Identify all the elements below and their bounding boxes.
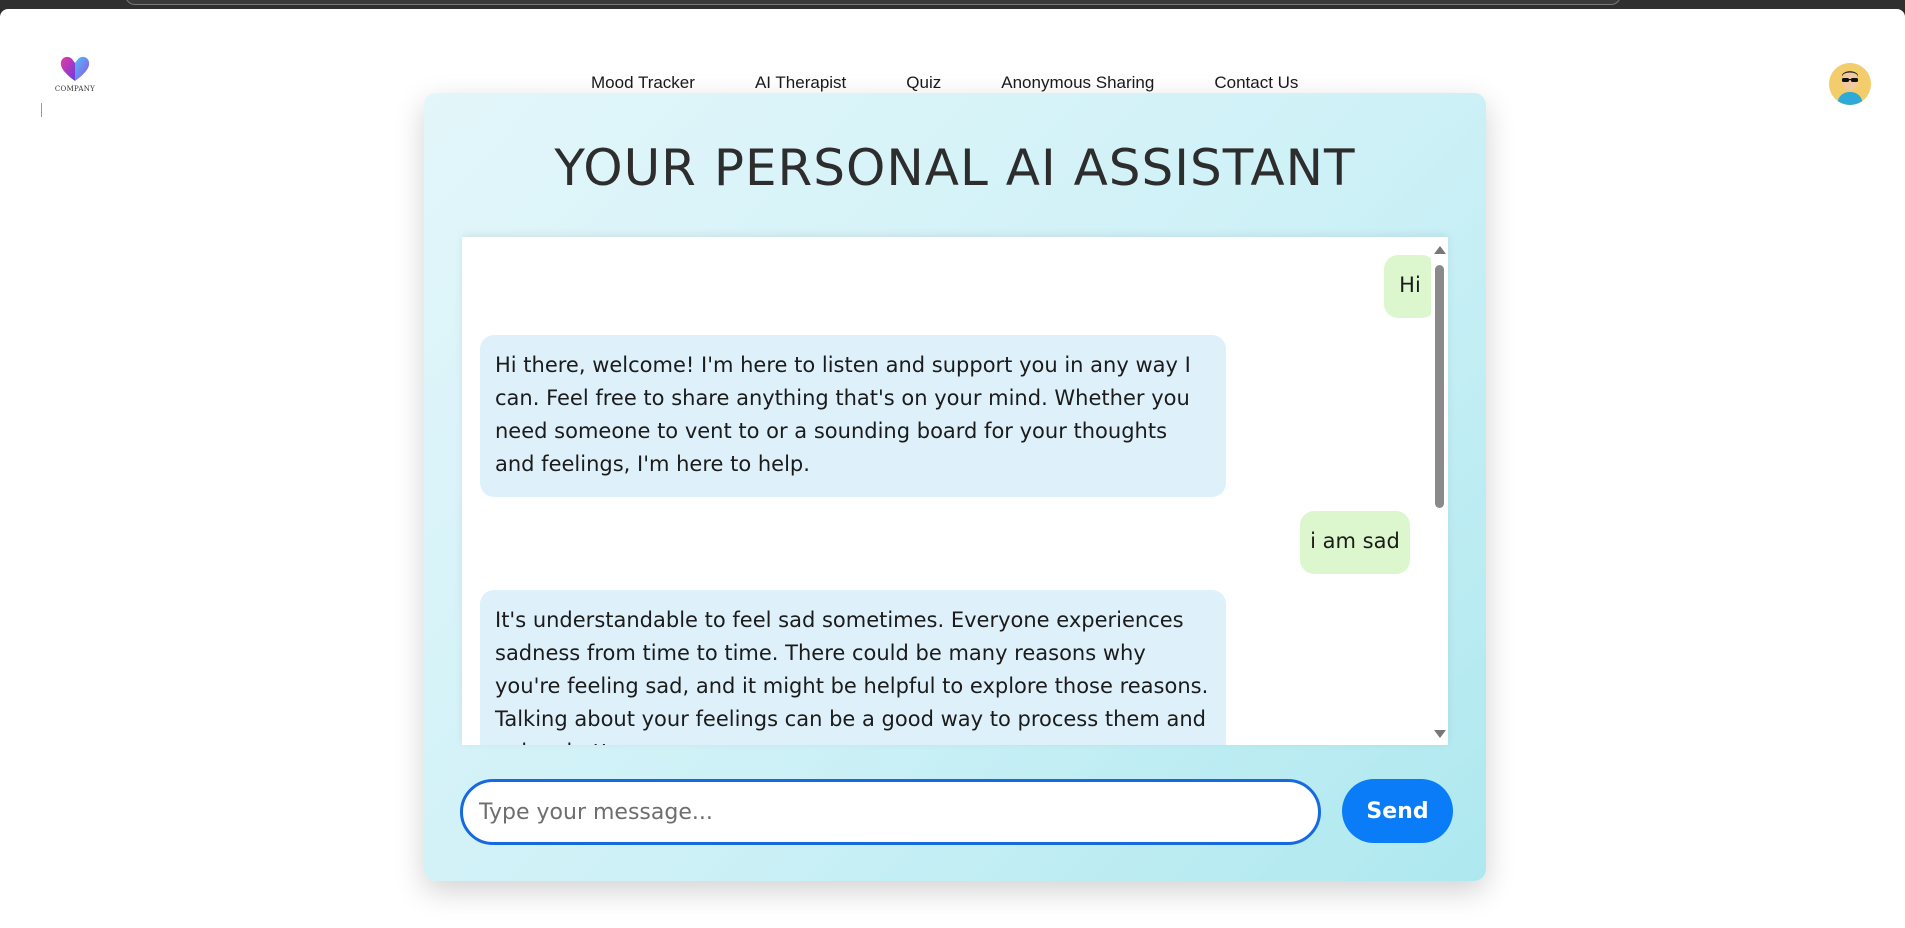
nav-anonymous-sharing[interactable]: Anonymous Sharing <box>971 73 1184 93</box>
nav-quiz[interactable]: Quiz <box>876 73 971 93</box>
message-input[interactable] <box>460 779 1321 845</box>
bot-message: It's understandable to feel sad sometime… <box>480 590 1226 745</box>
browser-address-bar[interactable] <box>125 0 1621 5</box>
logo-text: COMPANY <box>54 85 96 93</box>
user-avatar[interactable] <box>1829 63 1871 105</box>
user-message: i am sad <box>1300 511 1410 574</box>
page: COMPANY Mood Tracker AI Therapist Quiz A… <box>0 9 1905 928</box>
bot-message: Hi there, welcome! I'm here to listen an… <box>480 335 1226 497</box>
message-composer: Send <box>460 779 1453 845</box>
company-logo[interactable]: COMPANY <box>40 53 110 117</box>
browser-chrome <box>0 0 1905 9</box>
heart-logo-icon <box>60 56 90 81</box>
nav-ai-therapist[interactable]: AI Therapist <box>725 73 876 93</box>
scrollbar-thumb[interactable] <box>1435 265 1444 508</box>
scroll-down-arrow-icon[interactable] <box>1434 730 1446 738</box>
nav-contact-us[interactable]: Contact Us <box>1184 73 1328 93</box>
text-cursor <box>41 103 42 117</box>
send-button[interactable]: Send <box>1342 779 1453 843</box>
scroll-up-arrow-icon[interactable] <box>1434 246 1446 254</box>
chat-card: YOUR PERSONAL AI ASSISTANT Hi Hi there, … <box>424 93 1486 881</box>
user-avatar-icon <box>1829 63 1871 105</box>
user-message: Hi <box>1384 255 1436 318</box>
page-title: YOUR PERSONAL AI ASSISTANT <box>554 139 1356 197</box>
chat-messages[interactable]: Hi Hi there, welcome! I'm here to listen… <box>462 237 1448 745</box>
chat-scrollbar[interactable] <box>1431 237 1448 745</box>
nav-mood-tracker[interactable]: Mood Tracker <box>561 73 725 93</box>
main-nav: Mood Tracker AI Therapist Quiz Anonymous… <box>561 73 1328 93</box>
